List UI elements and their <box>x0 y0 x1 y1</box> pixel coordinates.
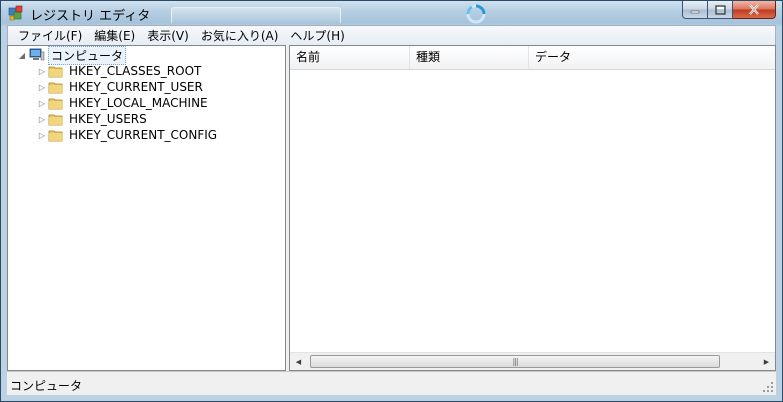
column-header-name[interactable]: 名前 <box>290 46 410 69</box>
collapsed-arrow-icon[interactable]: ▷ <box>36 63 48 79</box>
tree-item-hkcu[interactable]: ▷ HKEY_CURRENT_USER <box>36 79 205 95</box>
scroll-thumb[interactable]: ||| <box>310 355 720 368</box>
close-icon <box>749 4 759 15</box>
tree-item-hkcr[interactable]: ▷ HKEY_CLASSES_ROOT <box>36 63 203 79</box>
caption-buttons <box>682 1 776 19</box>
tree-root-computer[interactable]: ◢ コンピュータ <box>16 45 127 65</box>
collapsed-arrow-icon[interactable]: ▷ <box>36 111 48 127</box>
menu-bar: ファイル(F) 編集(E) 表示(V) お気に入り(A) ヘルプ(H) <box>7 25 776 45</box>
folder-icon <box>48 66 63 78</box>
tree-item-label[interactable]: HKEY_CLASSES_ROOT <box>67 64 203 78</box>
window-title: レジストリ エディタ <box>30 9 151 24</box>
grip-icon: ||| <box>512 356 518 366</box>
folder-icon <box>48 114 63 126</box>
maximize-icon <box>714 4 726 15</box>
tree-item-label[interactable]: HKEY_CURRENT_USER <box>67 80 205 94</box>
computer-icon <box>29 48 45 61</box>
maximize-button[interactable] <box>708 1 733 19</box>
registry-editor-app-icon <box>8 5 23 21</box>
menu-edit[interactable]: 編集(E) <box>88 27 141 45</box>
status-bar: コンピュータ <box>7 371 776 395</box>
title-bar[interactable]: レジストリ エディタ <box>1 1 782 25</box>
tree-item-hku[interactable]: ▷ HKEY_USERS <box>36 111 149 127</box>
folder-icon <box>48 82 63 94</box>
scroll-right-icon[interactable]: ▶ <box>758 353 775 370</box>
status-text: コンピュータ <box>10 379 83 393</box>
menu-view[interactable]: 表示(V) <box>141 27 195 45</box>
minimize-icon <box>690 10 700 13</box>
collapsed-arrow-icon[interactable]: ▷ <box>36 95 48 111</box>
registry-editor-window: レジストリ エディタ ファイル(F) 編集(E) 表示(V) お気に入り(A) … <box>0 0 783 402</box>
background-window-tab <box>171 7 341 23</box>
tree-item-hklm[interactable]: ▷ HKEY_LOCAL_MACHINE <box>36 95 210 111</box>
column-header-data[interactable]: データ <box>529 46 775 69</box>
column-header-type[interactable]: 種類 <box>410 46 529 69</box>
folder-icon <box>48 130 63 142</box>
menu-favorites[interactable]: お気に入り(A) <box>195 27 285 45</box>
resize-grip-icon[interactable] <box>762 381 774 393</box>
key-tree-pane[interactable]: ◢ コンピュータ ▷ HKEY_CLASSES_ROOT ▷ HKEY_CURR… <box>7 45 286 371</box>
close-button[interactable] <box>733 1 776 19</box>
tree-item-label[interactable]: HKEY_CURRENT_CONFIG <box>67 128 219 142</box>
tree-item-hkcc[interactable]: ▷ HKEY_CURRENT_CONFIG <box>36 127 219 143</box>
values-list-pane[interactable]: 名前 種類 データ ◀ ||| ▶ <box>289 45 776 371</box>
folder-icon <box>48 98 63 110</box>
menu-file[interactable]: ファイル(F) <box>12 27 88 45</box>
busy-spinner-icon <box>466 4 486 24</box>
client-area: ◢ コンピュータ ▷ HKEY_CLASSES_ROOT ▷ HKEY_CURR… <box>7 45 776 371</box>
expanded-arrow-icon[interactable]: ◢ <box>16 47 28 63</box>
tree-root-label[interactable]: コンピュータ <box>48 45 127 65</box>
collapsed-arrow-icon[interactable]: ▷ <box>36 79 48 95</box>
list-header: 名前 種類 データ <box>290 46 775 70</box>
menu-help[interactable]: ヘルプ(H) <box>284 27 350 45</box>
tree-item-label[interactable]: HKEY_USERS <box>67 112 149 126</box>
collapsed-arrow-icon[interactable]: ▷ <box>36 127 48 143</box>
scroll-left-icon[interactable]: ◀ <box>290 353 307 370</box>
tree-item-label[interactable]: HKEY_LOCAL_MACHINE <box>67 96 210 110</box>
horizontal-scrollbar[interactable]: ◀ ||| ▶ <box>290 352 775 370</box>
values-list-body[interactable] <box>290 70 775 352</box>
minimize-button[interactable] <box>682 1 708 19</box>
